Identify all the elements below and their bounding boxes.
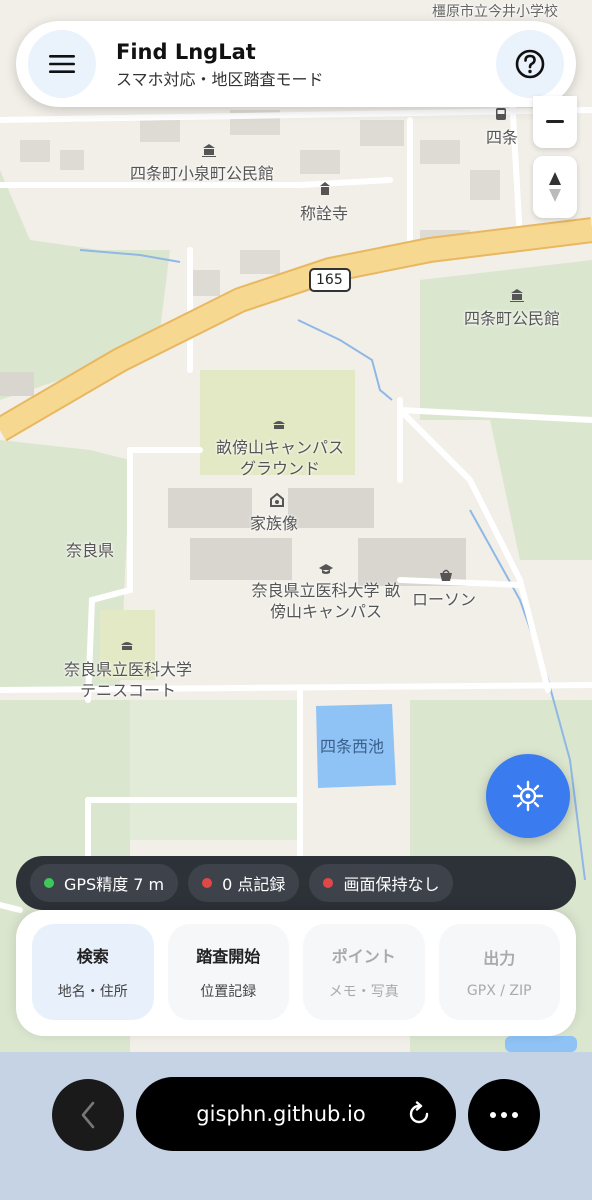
more-icon [490, 1112, 496, 1118]
tile-subtitle: メモ・写真 [328, 984, 399, 1000]
locate-button[interactable] [486, 754, 570, 838]
monument-icon [269, 492, 285, 508]
sports-ground-icon [119, 638, 135, 654]
tile-title: 検索 [76, 947, 109, 966]
more-icon [501, 1112, 507, 1118]
screen-keep-text: 画面保持なし [343, 875, 440, 894]
map-label-hall-koizumi: 四条町小泉町公民館 [130, 164, 275, 183]
more-icon [512, 1112, 518, 1118]
map-label-tennis: 奈良県立医科大学テニスコート [63, 660, 192, 700]
app-title: Find LngLat [116, 40, 256, 64]
tile-title: ポイント [331, 947, 396, 966]
screen-keep-chip: 画面保持なし [309, 864, 454, 902]
map-label-hall-shijo: 四条町公民館 [464, 309, 561, 328]
record-count-text: 0 点記録 [222, 875, 286, 894]
temple-icon [317, 181, 333, 197]
gps-accuracy-text: GPS精度 7 m [64, 875, 165, 894]
tile-subtitle: 位置記録 [200, 984, 257, 1000]
route-shield-label: 165 [316, 272, 343, 288]
tile-subtitle: 地名・住所 [57, 984, 128, 1000]
public-hall-icon [201, 142, 217, 158]
map-label-lawson: ローソン [412, 590, 477, 609]
point-tile[interactable]: ポイント メモ・写真 [303, 924, 425, 1020]
compass-button[interactable] [533, 156, 577, 218]
screen-status-dot [323, 878, 334, 888]
record-status-dot [202, 878, 213, 888]
help-icon [515, 49, 545, 79]
minus-icon [546, 120, 564, 123]
search-tile[interactable]: 検索 地名・住所 [32, 924, 154, 1020]
map-label-school: 橿原市立今井小学校 [432, 4, 558, 20]
action-panel: 検索 地名・住所 踏査開始 位置記録 ポイント メモ・写真 出力 GPX / Z… [16, 910, 576, 1036]
tile-subtitle: GPX / ZIP [466, 983, 532, 999]
gps-status-dot [44, 878, 54, 888]
zoom-out-button[interactable] [533, 96, 577, 148]
app-header: Find LngLat スマホ対応・地区踏査モード [16, 21, 576, 107]
survey-start-tile[interactable]: 踏査開始 位置記録 [167, 924, 289, 1020]
url-text: gisphn.github.io [196, 1102, 366, 1126]
tile-title: 出力 [483, 949, 516, 968]
gps-accuracy-chip: GPS精度 7 m [30, 864, 179, 902]
crosshair-icon [512, 780, 544, 812]
map-label-statue: 家族像 [250, 514, 299, 533]
convenience-store-icon [438, 567, 454, 583]
public-hall-icon [509, 287, 525, 303]
app-subtitle: スマホ対応・地区踏査モード [116, 70, 324, 89]
menu-button[interactable] [28, 30, 96, 98]
export-tile[interactable]: 出力 GPX / ZIP [438, 924, 560, 1020]
sports-ground-icon [271, 417, 287, 433]
chevron-left-icon [81, 1101, 95, 1129]
map-label-ground: 畝傍山キャンパスグラウンド [215, 438, 344, 478]
reload-icon[interactable] [406, 1101, 432, 1127]
url-bar[interactable]: gisphn.github.io [136, 1077, 456, 1151]
help-button[interactable] [496, 30, 564, 98]
map-label-pref: 奈良県 [66, 541, 115, 560]
back-button[interactable] [52, 1079, 124, 1151]
bus-stop-icon [493, 107, 509, 123]
map-label-pond: 四条西池 [320, 737, 385, 756]
tile-title: 踏査開始 [196, 947, 261, 966]
menu-icon [49, 55, 75, 73]
more-button[interactable] [468, 1079, 540, 1151]
browser-toolbar: gisphn.github.io [0, 1052, 592, 1200]
status-bar: GPS精度 7 m 0 点記録 画面保持なし [16, 856, 576, 910]
map-label-station: 四条 [486, 128, 519, 147]
compass-icon [549, 172, 561, 202]
university-icon [318, 561, 334, 577]
map-label-temple: 称詮寺 [300, 204, 349, 223]
record-count-chip: 0 点記録 [188, 864, 300, 902]
map-label-univ: 奈良県立医科大学 畝傍山キャンパス [251, 581, 401, 621]
